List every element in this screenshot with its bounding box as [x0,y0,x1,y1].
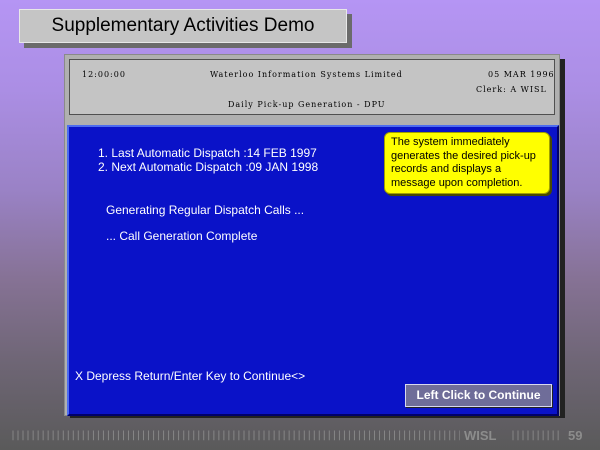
header-clerk: Clerk: A WISL [476,85,547,94]
next-dispatch-line: 2. Next Automatic Dispatch :09 JAN 1998 [98,160,319,174]
footer-barcode-left: ||||||||||||||||||||||||||||||||||||||||… [10,430,460,441]
generating-status: Generating Regular Dispatch Calls ... [106,203,305,217]
terminal-body: 1. Last Automatic Dispatch :14 FEB 1997 … [67,125,559,416]
footer-brand: WISL [464,428,497,443]
last-dispatch-line: 1. Last Automatic Dispatch :14 FEB 1997 [98,146,317,160]
left-click-continue-button[interactable]: Left Click to Continue [405,384,552,407]
page-number: 59 [568,428,583,443]
header-screen-title: Daily Pick-up Generation - DPU [228,100,386,109]
header-time: 12:00:00 [82,70,126,79]
terminal-window: 12:00:00 Waterloo Information Systems Li… [64,54,560,416]
slide-title: Supplementary Activities Demo [19,9,347,43]
header-company: Waterloo Information Systems Limited [210,70,403,79]
footer-barcode-right: |||||||||||||||||| [510,430,562,441]
continue-prompt[interactable]: X Depress Return/Enter Key to Continue<> [75,369,305,383]
terminal-header: 12:00:00 Waterloo Information Systems Li… [69,59,555,115]
header-date: 05 MAR 1996 [488,70,555,79]
complete-status: ... Call Generation Complete [106,229,258,243]
callout-note: The system immediately generates the des… [384,132,550,194]
